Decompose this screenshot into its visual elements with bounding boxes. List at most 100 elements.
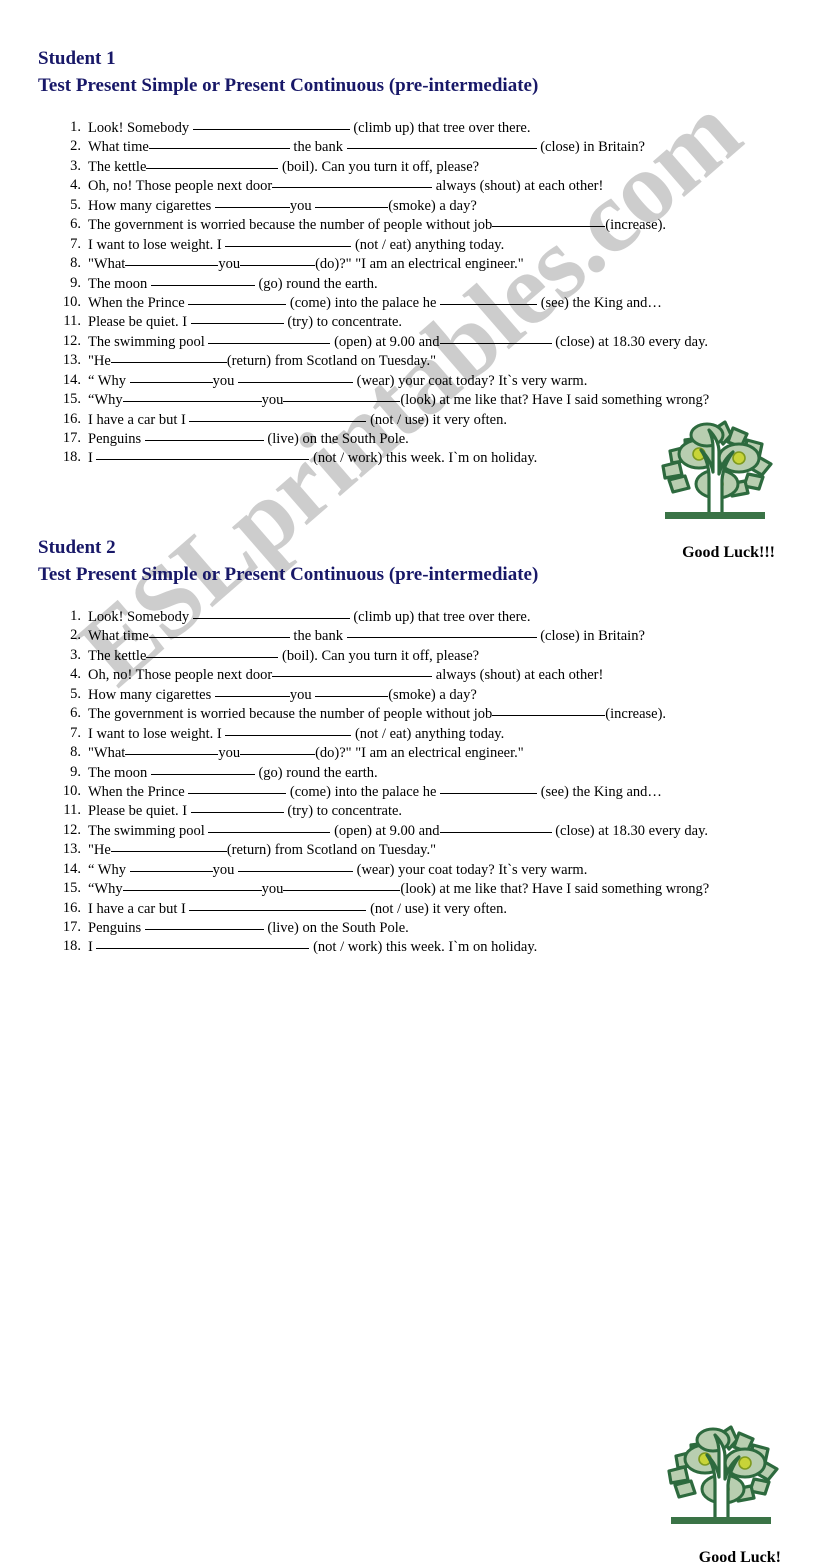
question-row: 9. The moon (go) round the earth.	[58, 763, 803, 782]
question-text: “Why you (look) at me like that? Have I sa…	[88, 390, 709, 410]
question-number: 6.	[70, 216, 81, 233]
question-row: 9. The moon (go) round the earth.	[58, 274, 803, 293]
answer-blank[interactable]	[214, 194, 290, 208]
question-number: 9.	[70, 274, 81, 291]
question-number: 14.	[62, 371, 81, 388]
question-number: 11.	[63, 313, 81, 330]
answer-blank[interactable]	[315, 194, 389, 208]
answer-blank[interactable]	[283, 877, 401, 892]
answer-blank[interactable]	[208, 330, 331, 344]
question-row: 10. When the Prince (come) into the palac…	[58, 293, 803, 312]
question-number: 6.	[70, 705, 81, 722]
answer-blank[interactable]	[144, 427, 264, 441]
question-row: 6. The government is worried because the …	[58, 704, 803, 723]
question-row: 4. Oh, no! Those people next door always …	[58, 176, 803, 195]
answer-blank[interactable]	[125, 741, 219, 756]
answer-blank[interactable]	[492, 702, 606, 717]
question-number: 8.	[70, 744, 81, 761]
question-text: I (not / work) this week. I`m on holiday…	[88, 448, 537, 468]
answer-blank[interactable]	[189, 408, 367, 422]
question-row: 18. I (not / work) this week. I`m on holi…	[58, 937, 803, 956]
question-row: 15. “Why you (look) at me like that? Have I…	[58, 879, 803, 898]
answer-blank[interactable]	[188, 291, 287, 305]
answer-blank[interactable]	[214, 683, 290, 697]
answer-blank[interactable]	[125, 252, 219, 267]
answer-blank[interactable]	[148, 624, 290, 639]
answer-blank[interactable]	[190, 799, 284, 814]
answer-blank[interactable]	[346, 135, 537, 150]
answer-blank[interactable]	[122, 877, 262, 892]
question-list: 1. Look! Somebody (climb up) that tree ov…	[58, 607, 803, 957]
answer-blank[interactable]	[240, 741, 316, 756]
answer-blank[interactable]	[129, 369, 213, 383]
question-text: The government is worried because the nu…	[88, 215, 666, 235]
answer-blank[interactable]	[283, 388, 401, 403]
answer-blank[interactable]	[144, 916, 264, 930]
question-number: 18.	[62, 449, 81, 466]
question-number: 7.	[70, 724, 81, 741]
answer-blank[interactable]	[315, 683, 389, 697]
answer-blank[interactable]	[440, 291, 538, 305]
question-number: 17.	[62, 919, 81, 935]
worksheet-page: Student 1 Test Present Simple or Present…	[0, 0, 821, 1566]
worksheet-title: Test Present Simple or Present Continuou…	[38, 75, 539, 96]
question-number: 3.	[70, 157, 81, 174]
question-number: 16.	[62, 899, 81, 916]
answer-blank[interactable]	[272, 174, 433, 189]
answer-blank[interactable]	[439, 330, 552, 344]
question-number: 1.	[70, 608, 81, 624]
answer-blank[interactable]	[146, 644, 279, 658]
answer-blank[interactable]	[240, 252, 316, 267]
tree-figure: Good Luck!!!	[655, 418, 785, 562]
question-number: 13.	[62, 841, 81, 858]
tree-figure: Good Luck!	[661, 1423, 791, 1567]
answer-blank[interactable]	[208, 819, 331, 833]
question-number: 10.	[62, 293, 81, 310]
question-number: 4.	[70, 666, 81, 683]
answer-blank[interactable]	[439, 819, 552, 833]
answer-blank[interactable]	[110, 838, 227, 853]
answer-blank[interactable]	[190, 310, 284, 325]
question-number: 5.	[70, 196, 81, 213]
question-number: 14.	[62, 860, 81, 877]
question-row: 6. The government is worried because the …	[58, 215, 803, 234]
answer-blank[interactable]	[192, 116, 350, 130]
answer-blank[interactable]	[225, 233, 352, 247]
answer-blank[interactable]	[346, 624, 537, 639]
question-number: 13.	[62, 352, 81, 369]
question-number: 10.	[62, 782, 81, 799]
answer-blank[interactable]	[150, 761, 255, 775]
answer-blank[interactable]	[188, 780, 287, 794]
question-number: 4.	[70, 177, 81, 194]
question-number: 3.	[70, 646, 81, 663]
answer-blank[interactable]	[238, 369, 353, 383]
question-text: How many cigarettes you (smoke) a day?	[88, 685, 477, 705]
question-number: 2.	[70, 627, 81, 644]
question-number: 1.	[70, 119, 81, 135]
answer-blank[interactable]	[96, 446, 310, 461]
student-label: Student 1	[38, 48, 116, 69]
answer-blank[interactable]	[110, 349, 227, 364]
question-row: 4. Oh, no! Those people next door always …	[58, 665, 803, 684]
answer-blank[interactable]	[192, 605, 350, 619]
question-number: 2.	[70, 138, 81, 155]
answer-blank[interactable]	[148, 135, 290, 150]
answer-blank[interactable]	[150, 272, 255, 286]
question-row: 15. “Why you (look) at me like that? Have I…	[58, 390, 803, 409]
question-number: 12.	[62, 821, 81, 838]
answer-blank[interactable]	[440, 780, 538, 794]
answer-blank[interactable]	[492, 213, 606, 228]
answer-blank[interactable]	[272, 663, 433, 678]
answer-blank[interactable]	[129, 858, 213, 872]
question-text: When the Prince (come) into the palace h…	[88, 782, 662, 802]
answer-blank[interactable]	[238, 858, 353, 872]
answer-blank[interactable]	[189, 897, 367, 911]
answer-blank[interactable]	[122, 388, 262, 403]
answer-blank[interactable]	[146, 155, 279, 169]
good-luck-text: Good Luck!	[698, 1549, 781, 1566]
answer-blank[interactable]	[225, 722, 352, 736]
question-row: 5. How many cigarettes you (smoke) a day?	[58, 196, 803, 215]
question-text: When the Prince (come) into the palace h…	[88, 293, 662, 313]
answer-blank[interactable]	[96, 935, 310, 950]
question-number: 15.	[62, 880, 81, 897]
